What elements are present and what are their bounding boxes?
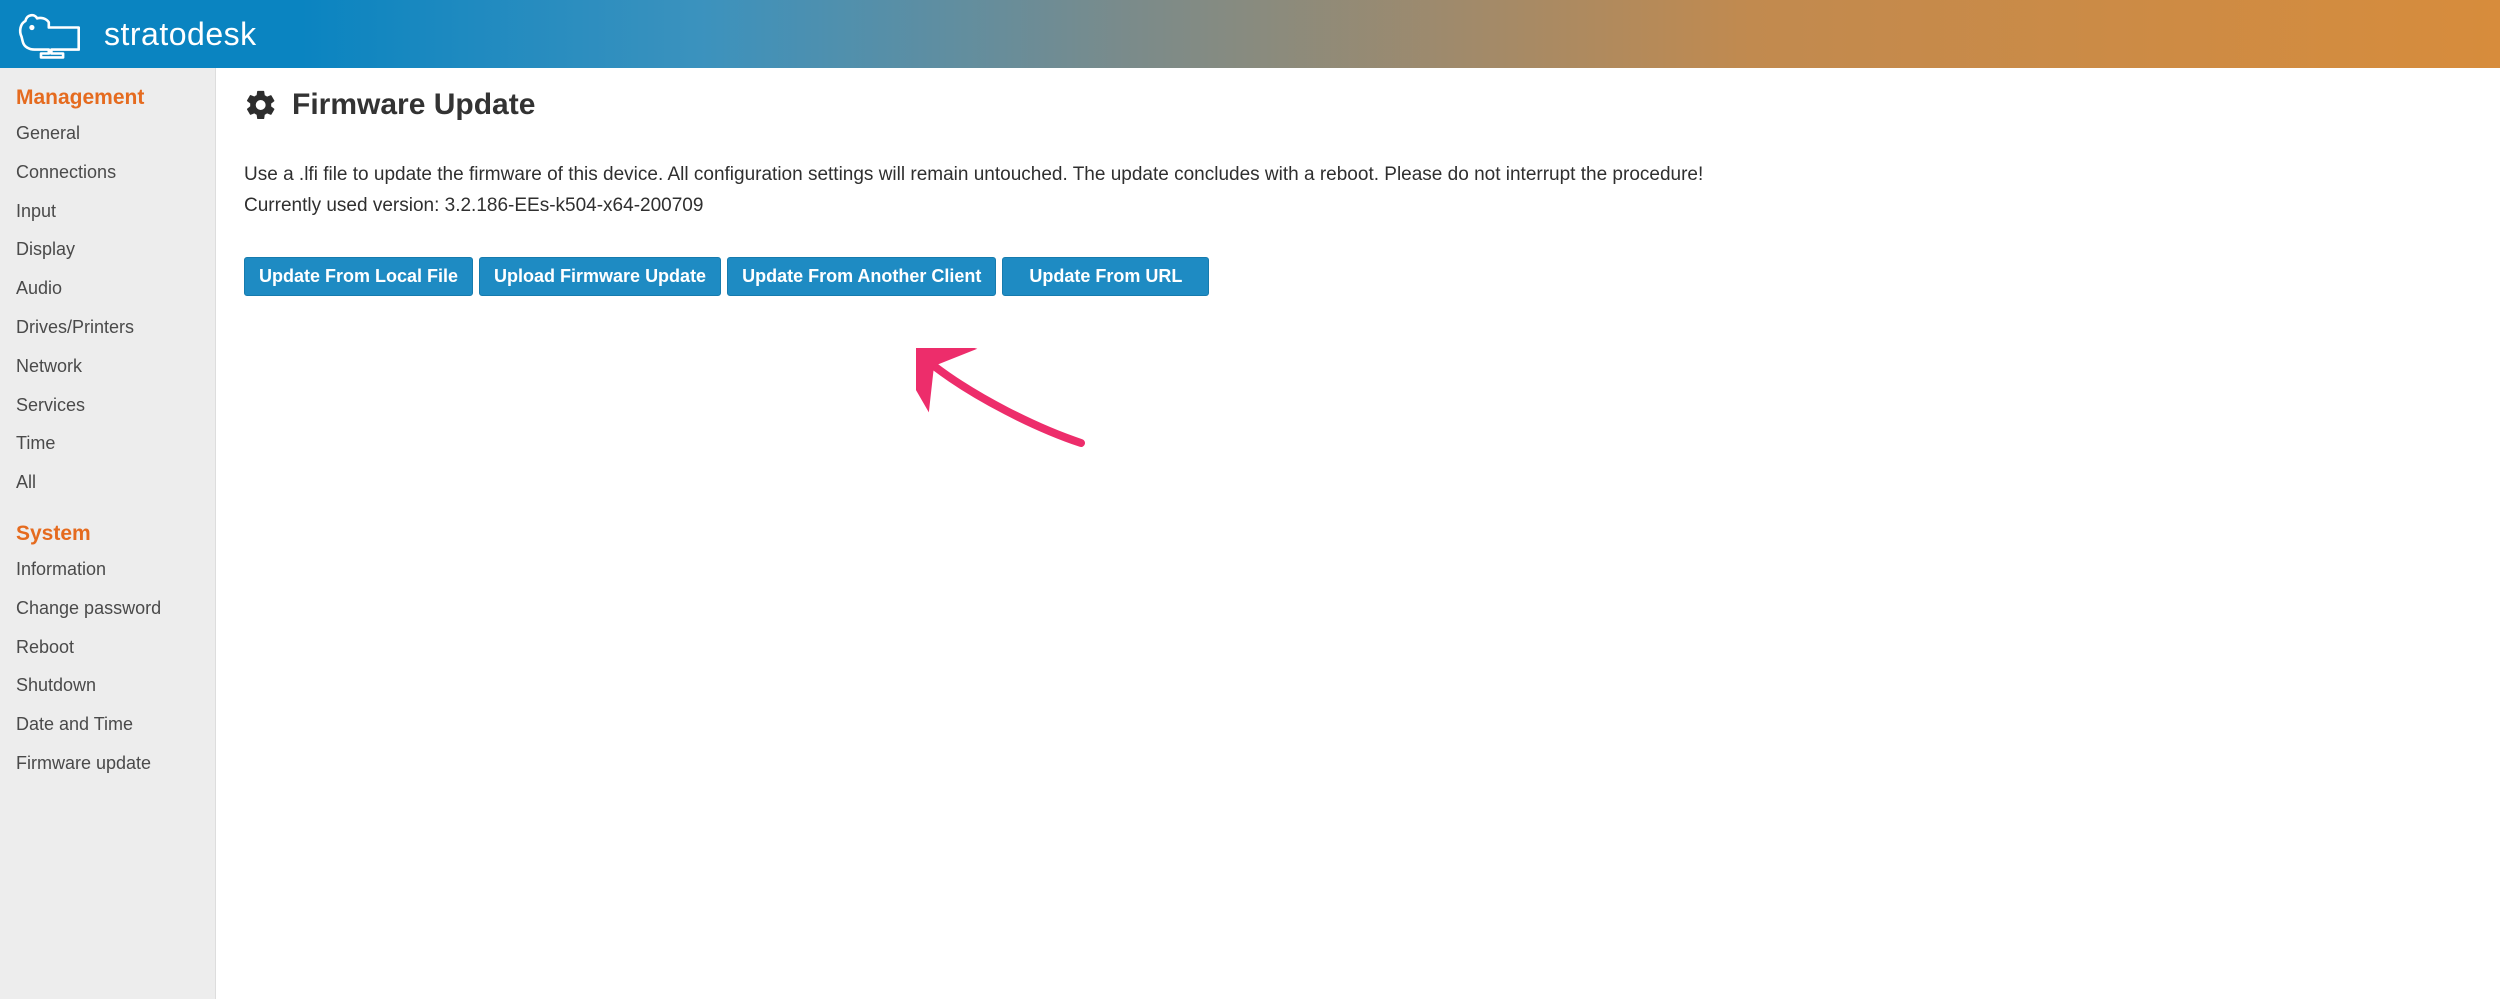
update-from-url-button[interactable]: Update From URL	[1002, 257, 1209, 296]
header-bar: stratodesk	[0, 0, 2500, 68]
annotation-arrow-icon	[916, 348, 1096, 458]
sidebar-heading-system: System	[0, 516, 215, 550]
sidebar-item-firmware-update[interactable]: Firmware update	[0, 744, 215, 783]
current-version: Currently used version: 3.2.186-EEs-k504…	[244, 195, 2480, 217]
page-title: Firmware Update	[292, 88, 535, 122]
sidebar-heading-management: Management	[0, 80, 215, 114]
gear-icon	[244, 88, 278, 122]
content-area: Firmware Update Use a .lfi file to updat…	[216, 68, 2500, 999]
sidebar-item-change-password[interactable]: Change password	[0, 589, 215, 628]
sidebar: Management General Connections Input Dis…	[0, 68, 216, 999]
sidebar-item-input[interactable]: Input	[0, 192, 215, 231]
sidebar-item-shutdown[interactable]: Shutdown	[0, 666, 215, 705]
page-title-row: Firmware Update	[244, 88, 2480, 122]
sidebar-item-display[interactable]: Display	[0, 230, 215, 269]
sidebar-item-network[interactable]: Network	[0, 347, 215, 386]
sidebar-item-connections[interactable]: Connections	[0, 153, 215, 192]
sidebar-group-system: System Information Change password Reboo…	[0, 516, 215, 783]
brand-name: stratodesk	[104, 16, 257, 53]
sidebar-item-services[interactable]: Services	[0, 386, 215, 425]
sidebar-item-time[interactable]: Time	[0, 424, 215, 463]
upload-firmware-update-button[interactable]: Upload Firmware Update	[479, 257, 721, 296]
brand: stratodesk	[14, 8, 257, 60]
sidebar-item-all[interactable]: All	[0, 463, 215, 502]
page-description: Use a .lfi file to update the firmware o…	[244, 162, 2480, 189]
sidebar-item-date-time[interactable]: Date and Time	[0, 705, 215, 744]
bear-monitor-logo-icon	[14, 8, 94, 60]
sidebar-item-audio[interactable]: Audio	[0, 269, 215, 308]
update-from-another-client-button[interactable]: Update From Another Client	[727, 257, 996, 296]
update-from-local-file-button[interactable]: Update From Local File	[244, 257, 473, 296]
button-row: Update From Local File Upload Firmware U…	[244, 257, 2480, 296]
sidebar-item-reboot[interactable]: Reboot	[0, 628, 215, 667]
sidebar-item-general[interactable]: General	[0, 114, 215, 153]
sidebar-item-information[interactable]: Information	[0, 550, 215, 589]
sidebar-item-drives-printers[interactable]: Drives/Printers	[0, 308, 215, 347]
sidebar-group-management: Management General Connections Input Dis…	[0, 80, 215, 502]
main-shell: Management General Connections Input Dis…	[0, 68, 2500, 999]
